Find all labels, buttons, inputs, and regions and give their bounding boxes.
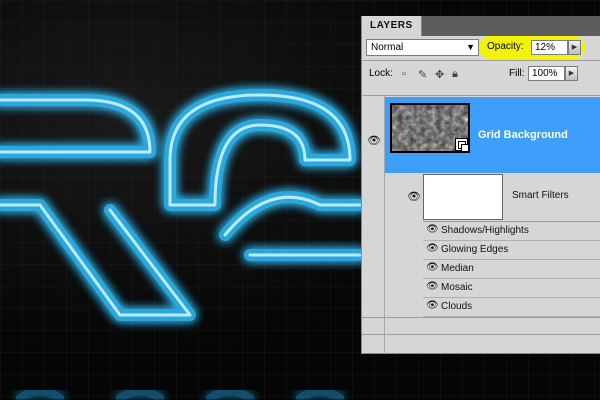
eye-icon[interactable]: 👁︎ bbox=[426, 262, 439, 273]
smart-filters-mask-thumbnail[interactable] bbox=[423, 174, 503, 220]
eye-icon[interactable]: 👁︎ bbox=[426, 224, 439, 235]
triangle-right-icon: ▶ bbox=[568, 70, 575, 77]
fill-input[interactable]: 100% bbox=[528, 66, 565, 81]
filter-name: Mosaic bbox=[441, 282, 473, 293]
opacity-slider-button[interactable]: ▶ bbox=[568, 40, 581, 55]
eye-icon[interactable]: 👁︎ bbox=[426, 243, 439, 254]
fill-slider-button[interactable]: ▶ bbox=[565, 66, 578, 81]
fill-label: Fill: bbox=[509, 68, 525, 79]
eye-icon[interactable]: 👁︎ bbox=[426, 300, 439, 311]
lock-image-pixels-icon[interactable]: ✎ bbox=[418, 68, 427, 81]
opacity-highlight: Opacity: 12% ▶ bbox=[479, 36, 585, 59]
smart-object-icon bbox=[455, 138, 468, 151]
filter-row[interactable]: 👁︎ Glowing Edges bbox=[423, 241, 600, 260]
filter-name: Glowing Edges bbox=[441, 244, 509, 255]
blend-options-row: Normal ▼ Opacity: 12% ▶ bbox=[362, 36, 600, 60]
layer-name[interactable]: Grid Background bbox=[478, 97, 568, 173]
filter-row[interactable]: 👁︎ Median bbox=[423, 260, 600, 279]
eye-icon[interactable]: 👁︎ bbox=[367, 134, 381, 147]
eye-icon[interactable]: 👁︎ bbox=[426, 281, 439, 292]
panel-tab-bar: LAYERS bbox=[362, 16, 600, 36]
filter-row[interactable]: 👁︎ Mosaic bbox=[423, 279, 600, 298]
smart-filters-label: Smart Filters bbox=[512, 190, 569, 201]
eye-icon[interactable]: 👁︎ bbox=[407, 190, 421, 203]
divider bbox=[362, 60, 600, 61]
opacity-label: Opacity: bbox=[487, 41, 524, 52]
layers-panel: LAYERS Normal ▼ Opacity: 12% ▶ Lock: ▫ ✎… bbox=[361, 16, 600, 354]
filter-name: Shadows/Highlights bbox=[441, 225, 529, 236]
lock-position-icon[interactable]: ✥ bbox=[435, 68, 444, 81]
dropdown-arrow-icon: ▼ bbox=[466, 42, 475, 52]
tab-layers[interactable]: LAYERS bbox=[362, 16, 422, 36]
layer-thumbnail bbox=[390, 103, 470, 153]
divider bbox=[362, 334, 600, 335]
layer-row-grid-background[interactable]: Grid Background bbox=[385, 97, 600, 173]
filter-name: Clouds bbox=[441, 301, 473, 312]
lock-all-icon[interactable]: 🔒︎ bbox=[452, 68, 458, 81]
lock-transparent-pixels-icon[interactable]: ▫ bbox=[402, 68, 406, 80]
filter-row[interactable]: 👁︎ Shadows/Highlights bbox=[423, 222, 600, 241]
opacity-input[interactable]: 12% bbox=[531, 40, 568, 55]
triangle-right-icon: ▶ bbox=[571, 44, 578, 51]
divider bbox=[362, 317, 600, 318]
filter-name: Median bbox=[441, 263, 474, 274]
blend-mode-value: Normal bbox=[371, 42, 404, 53]
divider bbox=[362, 95, 600, 96]
filter-row[interactable]: 👁︎ Clouds bbox=[423, 298, 600, 317]
blend-mode-dropdown[interactable]: Normal ▼ bbox=[366, 39, 479, 56]
lock-label: Lock: bbox=[369, 68, 393, 79]
visibility-column: 👁︎ bbox=[362, 96, 385, 354]
